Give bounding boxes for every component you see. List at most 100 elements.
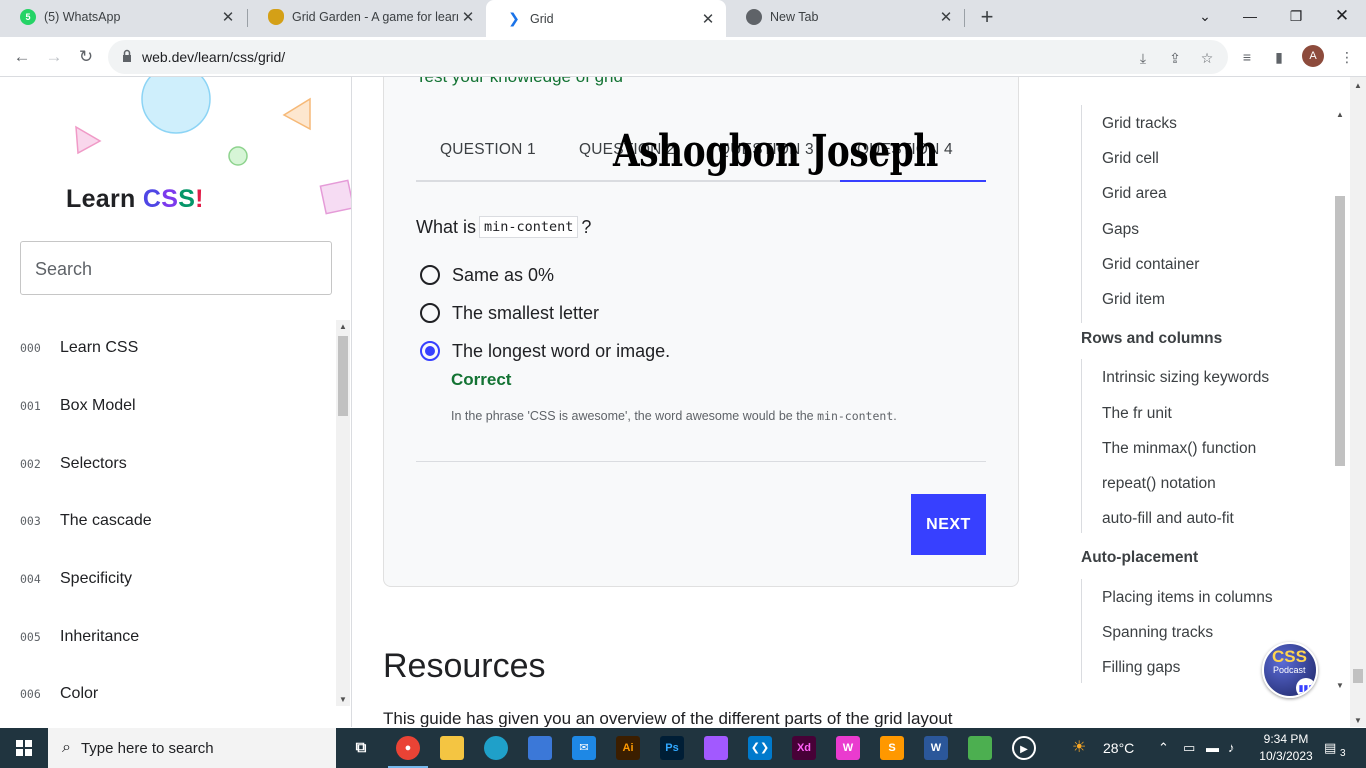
install-app-icon[interactable]: ⤓ bbox=[1134, 49, 1152, 67]
toc-scrollbar[interactable]: ▲ ▼ bbox=[1333, 108, 1347, 692]
scrollbar-thumb[interactable] bbox=[1335, 196, 1345, 466]
wps-office-icon[interactable]: W bbox=[836, 736, 860, 760]
taskbar-search-input[interactable]: ⌕ Type here to search bbox=[48, 728, 336, 768]
list-item[interactable]: 003 The cascade bbox=[0, 501, 330, 541]
answer-option[interactable]: The smallest letter bbox=[420, 301, 599, 325]
close-icon[interactable]: ✕ bbox=[936, 8, 956, 26]
weather-temperature[interactable]: 28°C bbox=[1103, 728, 1134, 768]
reload-button[interactable]: ↻ bbox=[73, 44, 99, 70]
toc-link[interactable]: Placing items in columns bbox=[1102, 589, 1273, 607]
scroll-down-icon[interactable]: ▼ bbox=[1350, 716, 1366, 725]
list-item[interactable]: 004 Specificity bbox=[0, 559, 330, 599]
battery-icon[interactable]: ▬ bbox=[1206, 728, 1219, 768]
list-item[interactable]: 006 Color bbox=[0, 674, 330, 714]
app-icon[interactable] bbox=[968, 736, 992, 760]
toc-link[interactable]: Filling gaps bbox=[1102, 659, 1180, 677]
chrome-taskbar-icon[interactable]: ● bbox=[396, 736, 420, 760]
scroll-up-icon[interactable]: ▲ bbox=[336, 322, 350, 331]
mail-icon[interactable]: ✉ bbox=[572, 736, 596, 760]
toc-link[interactable]: auto-fill and auto-fit bbox=[1102, 510, 1234, 528]
tab-new-tab[interactable]: New Tab ✕ bbox=[726, 0, 964, 34]
toc-link[interactable]: Intrinsic sizing keywords bbox=[1102, 369, 1269, 387]
scrollbar-thumb[interactable] bbox=[338, 336, 348, 416]
edge-icon[interactable] bbox=[484, 736, 508, 760]
notifications-icon[interactable]: ▤ bbox=[1324, 728, 1336, 768]
list-item[interactable]: 001 Box Model bbox=[0, 386, 330, 426]
toc-link[interactable]: The minmax() function bbox=[1102, 440, 1256, 458]
toc-link[interactable]: Grid cell bbox=[1102, 150, 1159, 168]
list-item[interactable]: 000 Learn CSS bbox=[0, 328, 330, 368]
file-explorer-icon[interactable] bbox=[440, 736, 464, 760]
radio-button[interactable] bbox=[420, 303, 440, 323]
minimize-button[interactable]: — bbox=[1230, 4, 1270, 28]
list-item[interactable]: 005 Inheritance bbox=[0, 617, 330, 657]
radio-button[interactable] bbox=[420, 265, 440, 285]
question-text: What is min-content ? bbox=[416, 216, 591, 238]
tab-grid[interactable]: ❯ Grid ✕ bbox=[486, 0, 726, 37]
toc-link[interactable]: Grid area bbox=[1102, 185, 1167, 203]
toc-group-heading[interactable]: Auto-placement bbox=[1081, 549, 1198, 567]
tab-question-1[interactable]: QUESTION 1 bbox=[440, 141, 536, 159]
toc-link[interactable]: repeat() notation bbox=[1102, 475, 1216, 493]
reading-list-icon[interactable]: ≡ bbox=[1236, 46, 1258, 68]
system-clock[interactable]: 9:34 PM 10/3/2023 bbox=[1256, 731, 1316, 765]
tab-search-chevron-icon[interactable]: ⌄ bbox=[1185, 4, 1225, 28]
word-icon[interactable]: W bbox=[924, 736, 948, 760]
close-icon[interactable]: ✕ bbox=[218, 8, 238, 26]
adobe-xd-icon[interactable]: Xd bbox=[792, 736, 816, 760]
windows-start-icon[interactable] bbox=[0, 728, 48, 768]
avatar[interactable]: A bbox=[1302, 45, 1324, 67]
side-panel-icon[interactable]: ▮ bbox=[1268, 46, 1290, 68]
close-icon[interactable]: ✕ bbox=[698, 10, 718, 28]
forward-button[interactable]: → bbox=[41, 44, 67, 70]
scroll-up-icon[interactable]: ▲ bbox=[1350, 81, 1366, 90]
volume-icon[interactable]: ♪ bbox=[1228, 728, 1235, 768]
module-number: 003 bbox=[20, 514, 41, 528]
toc-link[interactable]: Grid item bbox=[1102, 291, 1165, 309]
answer-option[interactable]: The longest word or image. bbox=[420, 339, 670, 363]
photoshop-icon[interactable]: Ps bbox=[660, 736, 684, 760]
scroll-down-icon[interactable]: ▼ bbox=[336, 695, 350, 704]
toc-link[interactable]: Grid tracks bbox=[1102, 115, 1177, 133]
learn-css-logo[interactable]: Learn CSS! bbox=[66, 185, 204, 214]
illustrator-icon[interactable]: Ai bbox=[616, 736, 640, 760]
address-bar[interactable]: web.dev/learn/css/grid/ ⤓ ⇪ ☆ bbox=[108, 40, 1228, 74]
more-menu-icon[interactable]: ⋮ bbox=[1336, 46, 1358, 68]
share-icon[interactable]: ⇪ bbox=[1166, 49, 1184, 67]
restore-button[interactable]: ❐ bbox=[1276, 4, 1316, 28]
scrollbar-thumb[interactable] bbox=[1353, 669, 1363, 683]
close-icon[interactable]: ✕ bbox=[458, 8, 478, 26]
next-button[interactable]: NEXT bbox=[911, 494, 986, 555]
toc-link[interactable]: Spanning tracks bbox=[1102, 624, 1213, 642]
tab-whatsapp[interactable]: 5 (5) WhatsApp ✕ bbox=[0, 0, 246, 34]
bookmark-star-icon[interactable]: ☆ bbox=[1198, 49, 1216, 67]
microsoft-store-icon[interactable] bbox=[528, 736, 552, 760]
vscode-icon[interactable]: ❮❯ bbox=[748, 736, 772, 760]
sublime-text-icon[interactable]: S bbox=[880, 736, 904, 760]
sidebar-scrollbar[interactable]: ▲ ▼ bbox=[336, 320, 350, 706]
search-input[interactable]: Search bbox=[20, 241, 332, 295]
scroll-down-icon[interactable]: ▼ bbox=[1333, 681, 1347, 690]
close-window-button[interactable]: ✕ bbox=[1322, 4, 1362, 28]
toc-link[interactable]: Gaps bbox=[1102, 221, 1139, 239]
answer-option[interactable]: Same as 0% bbox=[420, 263, 554, 287]
new-tab-button[interactable]: + bbox=[976, 5, 998, 29]
toc-link[interactable]: The fr unit bbox=[1102, 405, 1172, 423]
task-view-icon[interactable]: ⧉ bbox=[349, 736, 373, 760]
media-player-icon[interactable]: ▶ bbox=[1012, 736, 1036, 760]
explanation-text: In the phrase 'CSS is awesome', the word… bbox=[451, 409, 814, 423]
page-scrollbar[interactable]: ▲ ▼ bbox=[1350, 77, 1366, 727]
toc-link[interactable]: Grid container bbox=[1102, 256, 1199, 274]
list-item[interactable]: 002 Selectors bbox=[0, 444, 330, 484]
chevron-up-icon[interactable]: ⌃ bbox=[1158, 728, 1169, 768]
network-icon[interactable]: ▭ bbox=[1183, 728, 1195, 768]
figma-icon[interactable] bbox=[704, 736, 728, 760]
back-button[interactable]: ← bbox=[9, 44, 35, 70]
radio-button-selected[interactable] bbox=[420, 341, 440, 361]
logo-bang: ! bbox=[195, 185, 204, 213]
tab-grid-garden[interactable]: Grid Garden - A game for learnin ✕ bbox=[248, 0, 486, 34]
weather-icon[interactable]: ☀ bbox=[1072, 728, 1086, 768]
toc-group-heading[interactable]: Rows and columns bbox=[1081, 330, 1222, 348]
scroll-up-icon[interactable]: ▲ bbox=[1333, 110, 1347, 119]
css-podcast-button[interactable]: CSS Podcast ▮▮▮ bbox=[1262, 642, 1318, 698]
